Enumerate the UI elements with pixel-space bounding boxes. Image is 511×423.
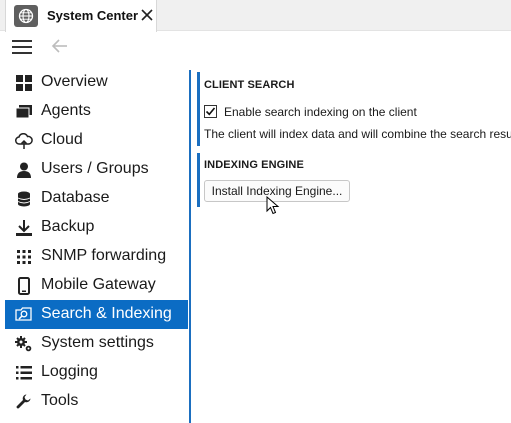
section-title: INDEXING ENGINE	[204, 159, 304, 171]
grid-icon	[15, 74, 33, 92]
sidebar-item-database[interactable]: Database	[5, 184, 188, 213]
sidebar-item-label: SNMP forwarding	[41, 247, 167, 264]
sidebar-item-label: System settings	[41, 334, 154, 351]
sidebar-item-label: Backup	[41, 218, 95, 235]
sidebar-item-label: Users / Groups	[41, 160, 149, 177]
sidebar-item-logging[interactable]: Logging	[5, 358, 188, 387]
section-accent-bar	[197, 72, 200, 146]
client-search-description: The client will index data and will comb…	[204, 127, 511, 141]
sidebar-item-label: Overview	[41, 73, 108, 90]
agents-icon	[15, 103, 33, 121]
sidebar-item-label: Agents	[41, 102, 91, 119]
sidebar-item-backup[interactable]: Backup	[5, 213, 188, 242]
sidebar-divider	[189, 70, 191, 423]
wrench-icon	[15, 393, 33, 411]
download-icon	[15, 219, 33, 237]
sidebar-item-mobile-gateway[interactable]: Mobile Gateway	[5, 271, 188, 300]
snmp-icon	[15, 248, 33, 266]
hamburger-icon[interactable]	[12, 40, 32, 54]
sidebar-item-label: Tools	[41, 392, 79, 409]
close-icon[interactable]	[140, 8, 154, 22]
sidebar-item-label: Mobile Gateway	[41, 276, 156, 293]
list-icon	[15, 364, 33, 382]
window-title: System Center	[47, 8, 139, 23]
sidebar-item-overview[interactable]: Overview	[5, 68, 188, 97]
title-bar: System Center	[0, 0, 511, 32]
sidebar-item-search-indexing[interactable]: Search & Indexing	[5, 300, 188, 329]
globe-icon	[14, 5, 38, 27]
sidebar-item-agents[interactable]: Agents	[5, 97, 188, 126]
sidebar-item-cloud[interactable]: Cloud	[5, 126, 188, 155]
search-folder-icon	[15, 306, 33, 324]
mouse-cursor-icon	[266, 195, 280, 216]
back-arrow-icon[interactable]	[51, 38, 69, 54]
client-search-section: CLIENT SEARCH Enable search indexing on …	[197, 72, 511, 146]
sidebar-item-snmp-forwarding[interactable]: SNMP forwarding	[5, 242, 188, 271]
indexing-engine-section: INDEXING ENGINE Install Indexing Engine.…	[197, 153, 511, 207]
mobile-icon	[15, 277, 33, 295]
sidebar-item-label: Logging	[41, 363, 98, 380]
sidebar-nav: Overview Agents Cloud Users / Groups Dat…	[5, 68, 188, 416]
section-title: CLIENT SEARCH	[204, 79, 295, 91]
checkbox-label[interactable]: Enable search indexing on the client	[224, 105, 417, 119]
sidebar-item-users-groups[interactable]: Users / Groups	[5, 155, 188, 184]
gears-icon	[15, 335, 33, 353]
sidebar-item-label: Cloud	[41, 131, 83, 148]
section-accent-bar	[197, 153, 200, 207]
window-tab[interactable]: System Center	[5, 0, 157, 32]
database-icon	[15, 190, 33, 208]
sidebar-item-tools[interactable]: Tools	[5, 387, 188, 416]
cloud-icon	[15, 132, 33, 150]
sidebar-item-label: Database	[41, 189, 110, 206]
user-icon	[15, 161, 33, 179]
sidebar-item-system-settings[interactable]: System settings	[5, 329, 188, 358]
search-indexing-checkbox[interactable]	[204, 105, 217, 118]
sidebar-item-label: Search & Indexing	[41, 305, 172, 322]
checkmark-icon	[205, 107, 216, 116]
